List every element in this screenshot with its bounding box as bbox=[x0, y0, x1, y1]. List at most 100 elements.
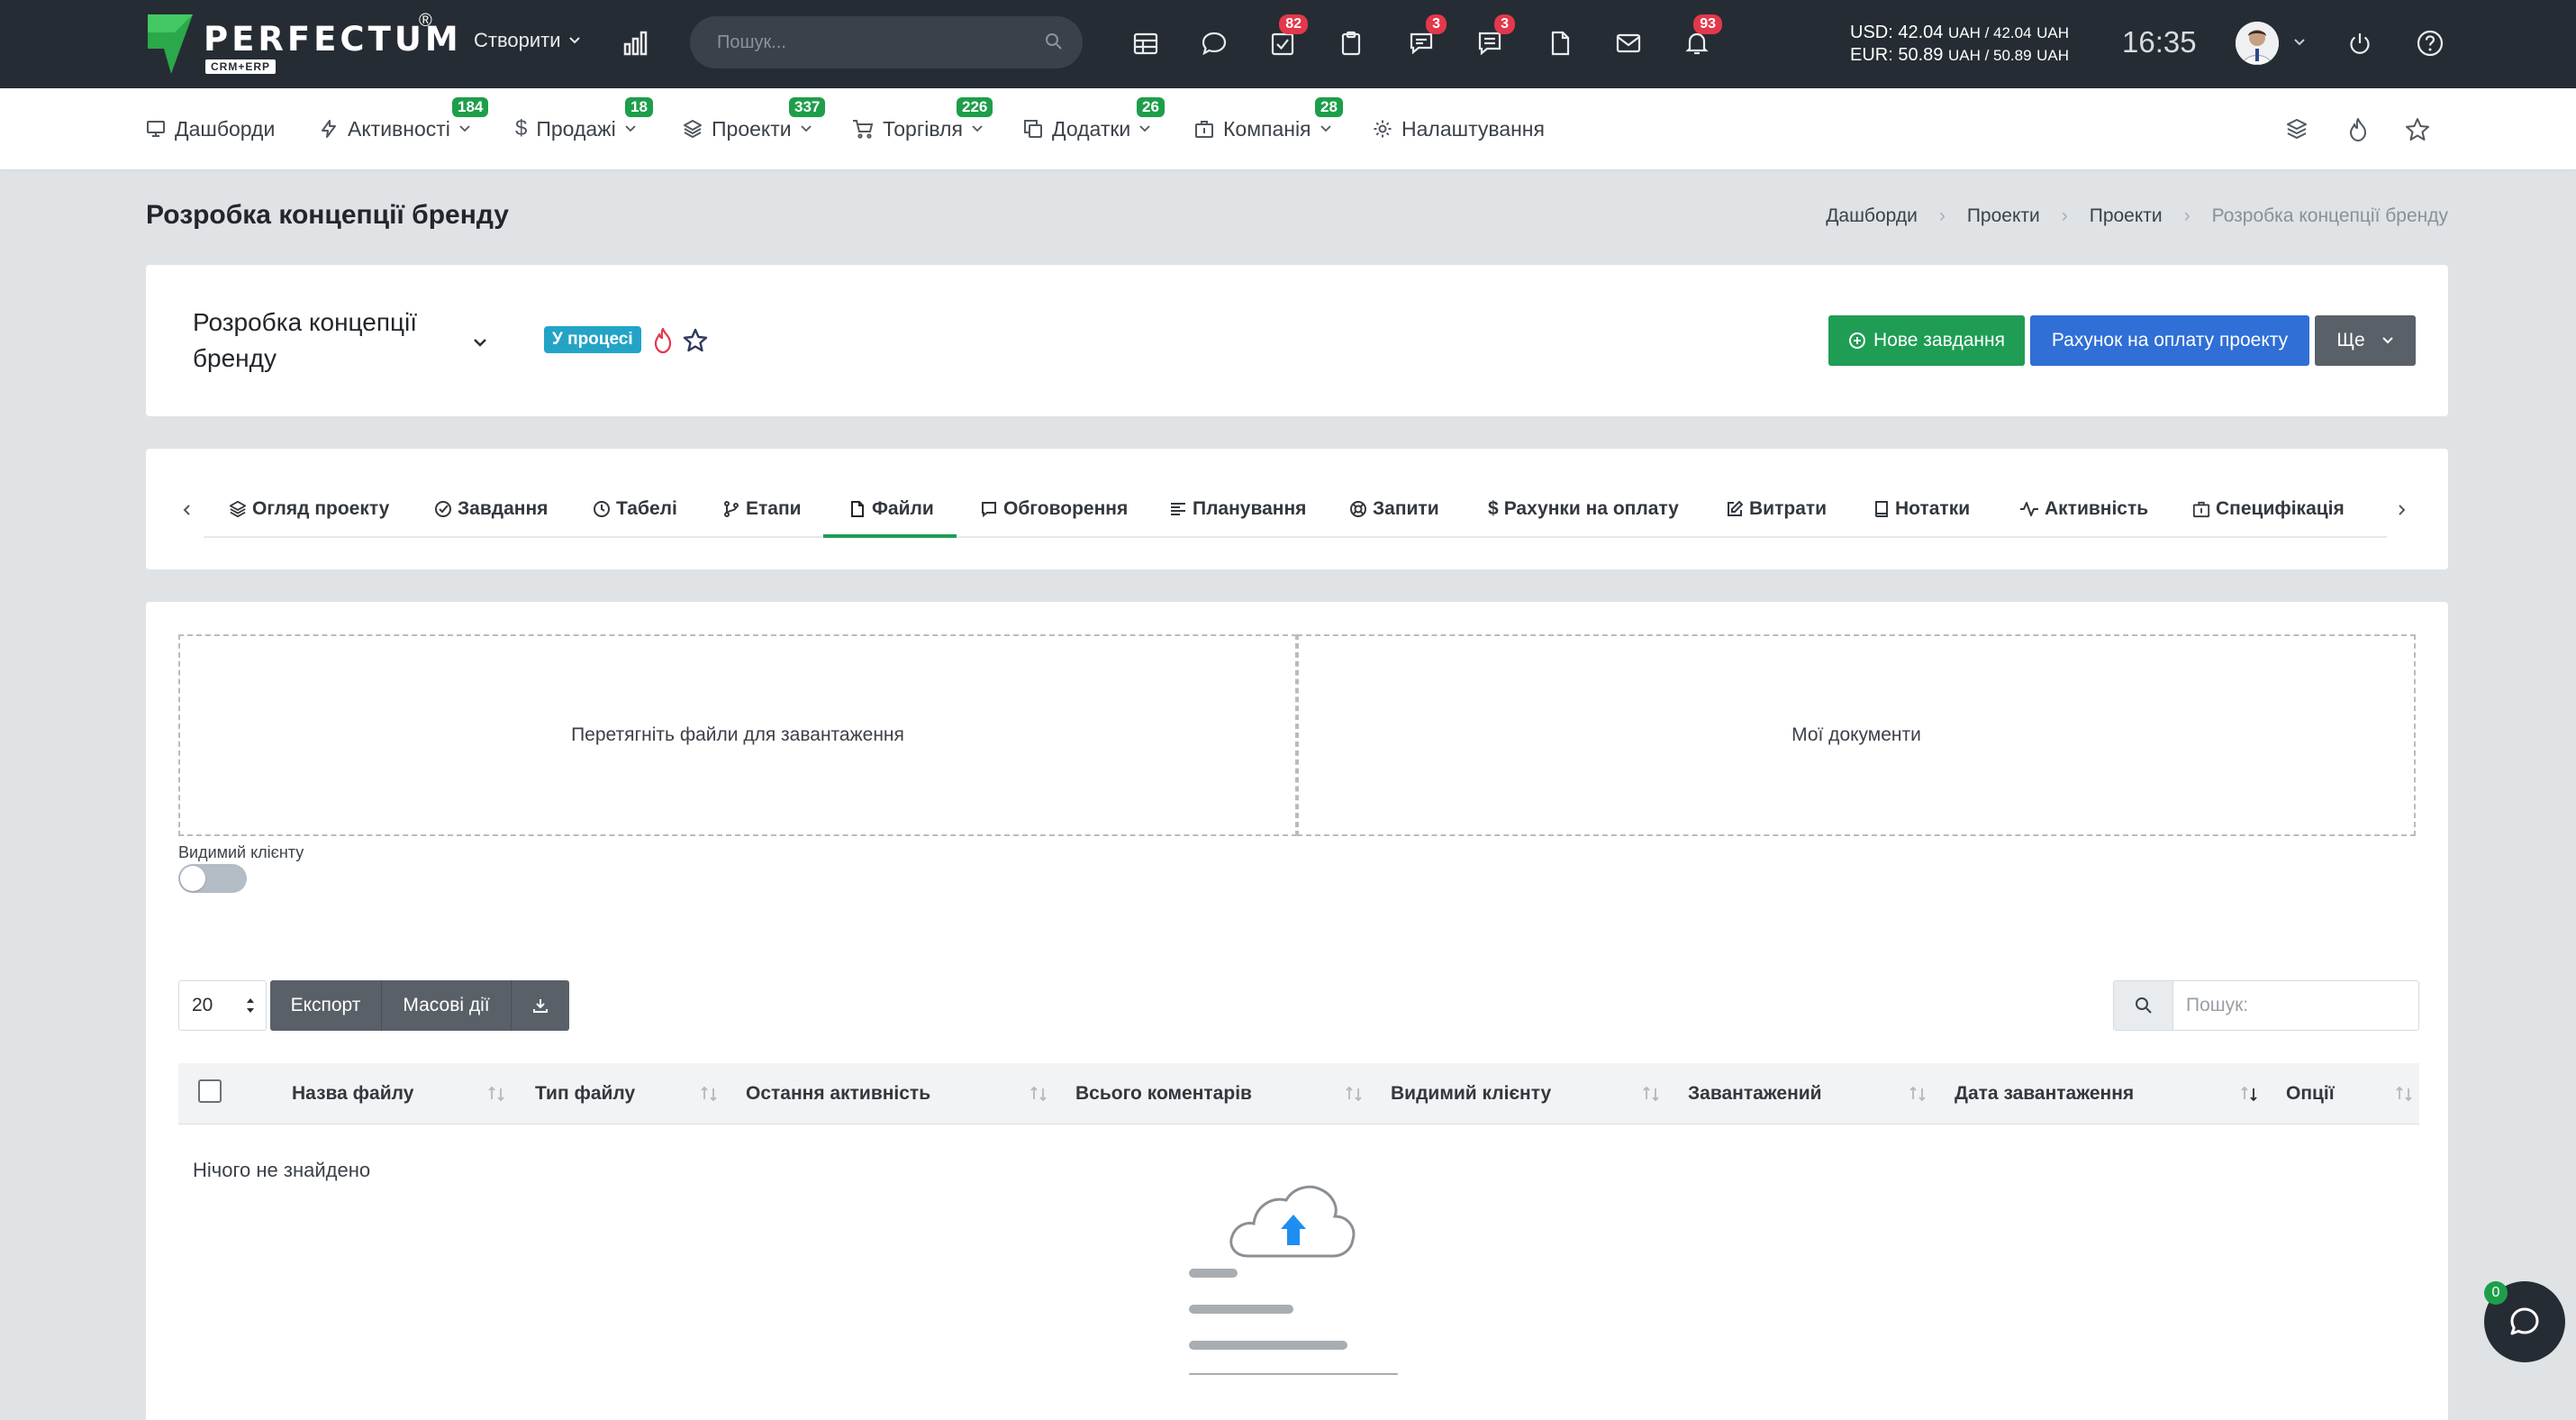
empty-upload-illustration bbox=[1189, 1185, 1398, 1375]
fire-icon[interactable] bbox=[650, 326, 676, 355]
sort-icon[interactable] bbox=[699, 1085, 719, 1103]
select-all-checkbox[interactable] bbox=[198, 1079, 222, 1103]
tab-invoices[interactable]: $ Рахунки на оплату bbox=[1488, 496, 1679, 523]
tabs-scroll-left-icon[interactable] bbox=[182, 503, 193, 517]
notifications-button[interactable]: 93 bbox=[1679, 14, 1722, 61]
nav-item-dashboards[interactable]: Дашборди bbox=[146, 115, 275, 142]
tab-tickets[interactable]: Запити bbox=[1349, 496, 1439, 523]
avatar[interactable] bbox=[2236, 22, 2279, 65]
more-button[interactable]: Ще bbox=[2315, 315, 2416, 366]
power-icon bbox=[2350, 33, 2370, 54]
breadcrumb-projects[interactable]: Проекти bbox=[1967, 205, 2040, 227]
tab-discussions[interactable]: Обговорення bbox=[980, 496, 1128, 523]
bulk-actions-button[interactable]: Масові дії bbox=[382, 980, 512, 1031]
user-menu-chevron-icon[interactable] bbox=[2293, 38, 2306, 47]
tab-label-overview: Огляд проекту bbox=[252, 498, 390, 519]
document-icon bbox=[1551, 31, 1570, 56]
nav-item-sales[interactable]: $ Продажі 18 bbox=[515, 97, 653, 142]
fire-icon[interactable] bbox=[2344, 115, 2372, 144]
sort-icon[interactable] bbox=[1641, 1085, 1661, 1103]
nav-item-projects[interactable]: Проекти 337 bbox=[683, 97, 826, 142]
tab-tasks[interactable]: Завдання bbox=[434, 496, 548, 523]
page-size-select[interactable]: 20 bbox=[178, 980, 267, 1031]
nav-item-company[interactable]: Компанія 28 bbox=[1194, 97, 1343, 142]
calendar-button[interactable] bbox=[1128, 25, 1164, 61]
book-icon bbox=[1874, 501, 1888, 517]
my-documents-dropzone[interactable]: Мої документи bbox=[1297, 634, 2416, 836]
sort-desc-icon[interactable] bbox=[2239, 1085, 2259, 1103]
global-search-input[interactable] bbox=[717, 29, 1023, 56]
invoice-button[interactable]: Рахунок на оплату проекту bbox=[2030, 315, 2309, 366]
tab-overview[interactable]: Огляд проекту bbox=[229, 496, 389, 523]
star-icon[interactable] bbox=[2403, 115, 2432, 144]
tab-gantt[interactable]: Планування bbox=[1169, 496, 1306, 523]
create-menu-button[interactable]: Створити bbox=[474, 29, 581, 52]
tab-label-discussions: Обговорення bbox=[1003, 498, 1129, 519]
new-task-button[interactable]: Нове завдання bbox=[1828, 315, 2025, 366]
messages-button[interactable] bbox=[1196, 25, 1232, 61]
sort-icon[interactable] bbox=[486, 1085, 506, 1103]
table-search-input[interactable] bbox=[2186, 992, 2402, 1019]
tab-notes[interactable]: Нотатки bbox=[1873, 496, 1970, 523]
col-total-comments[interactable]: Всього коментарів bbox=[1075, 1083, 1252, 1105]
export-label: Експорт bbox=[290, 995, 361, 1015]
align-left-icon bbox=[1171, 503, 1185, 515]
mail-button[interactable] bbox=[1610, 25, 1646, 61]
col-options[interactable]: Опції bbox=[2286, 1083, 2335, 1105]
tasks-button[interactable]: 82 bbox=[1265, 14, 1308, 61]
tab-milestones[interactable]: Етапи bbox=[722, 496, 802, 523]
star-icon[interactable] bbox=[681, 326, 710, 355]
chevron-down-icon bbox=[568, 37, 580, 44]
tasks-badge: 82 bbox=[1279, 14, 1308, 34]
discussion-button[interactable]: 3 bbox=[1403, 14, 1447, 61]
logout-button[interactable] bbox=[2342, 25, 2378, 61]
visible-to-client-toggle[interactable] bbox=[178, 864, 247, 893]
sort-icon[interactable] bbox=[1029, 1085, 1048, 1103]
search-icon[interactable] bbox=[1045, 32, 1063, 50]
tabs-scroll-right-icon[interactable] bbox=[2396, 503, 2407, 517]
tab-files[interactable]: Файли bbox=[848, 496, 934, 523]
chat-button[interactable]: 0 bbox=[2484, 1281, 2565, 1362]
logo[interactable]: PERFECTUM ® CRM+ERP bbox=[144, 11, 458, 76]
my-documents-label: Мої документи bbox=[1791, 724, 1921, 745]
ticket-message-icon bbox=[1478, 32, 1501, 56]
sort-icon[interactable] bbox=[1908, 1085, 1927, 1103]
tab-activity[interactable]: Активність bbox=[2019, 496, 2148, 523]
tab-timesheets[interactable]: Табелі bbox=[593, 496, 677, 523]
global-search bbox=[690, 16, 1083, 68]
layers-toggle-icon[interactable] bbox=[2282, 115, 2311, 144]
sort-icon[interactable] bbox=[2394, 1085, 2414, 1103]
col-last-activity[interactable]: Остання активність bbox=[746, 1083, 930, 1105]
visible-to-client-label: Видимий клієнту bbox=[178, 843, 304, 861]
documents-button[interactable] bbox=[1542, 25, 1578, 61]
nav-item-activities[interactable]: Активності 184 bbox=[319, 97, 489, 142]
nav-item-addons[interactable]: Додатки 26 bbox=[1023, 97, 1165, 142]
notifications-badge: 93 bbox=[1693, 14, 1722, 34]
export-button[interactable]: Експорт bbox=[270, 980, 382, 1031]
tab-expenses[interactable]: Витрати bbox=[1726, 496, 1827, 523]
project-switch-chevron-icon[interactable] bbox=[472, 337, 488, 348]
sort-icon[interactable] bbox=[1344, 1085, 1364, 1103]
top-bar: PERFECTUM ® CRM+ERP Створити 82 3 3 bbox=[0, 0, 2576, 88]
download-button[interactable] bbox=[512, 980, 569, 1031]
currency-usd-line: USD: 42.04 UAH / 42.04 UAH bbox=[1850, 22, 2069, 44]
clipboard-button[interactable] bbox=[1333, 25, 1369, 61]
tab-specification[interactable]: Специфікація bbox=[2192, 496, 2345, 523]
stats-button[interactable] bbox=[618, 25, 654, 61]
lifebuoy-icon bbox=[1350, 501, 1366, 517]
col-uploaded-by[interactable]: Завантажений bbox=[1688, 1083, 1822, 1105]
col-file-name[interactable]: Назва файлу bbox=[292, 1083, 413, 1105]
envelope-icon bbox=[1616, 33, 1641, 53]
nav-item-trade[interactable]: Торгівля 226 bbox=[852, 97, 993, 142]
help-button[interactable] bbox=[2412, 25, 2448, 61]
col-visible-to-client[interactable]: Видимий клієнту bbox=[1391, 1083, 1551, 1105]
breadcrumb-dashboards[interactable]: Дашборди bbox=[1826, 205, 1918, 227]
chat-bubble-icon bbox=[1202, 32, 1227, 56]
breadcrumb-projects-list[interactable]: Проекти bbox=[2090, 205, 2163, 227]
briefcase-icon bbox=[1195, 121, 1213, 138]
col-file-type[interactable]: Тип файлу bbox=[535, 1083, 635, 1105]
nav-item-settings[interactable]: Налаштування bbox=[1373, 115, 1545, 142]
tickets-button[interactable]: 3 bbox=[1472, 14, 1515, 61]
upload-dropzone[interactable]: Перетягніть файли для завантаження bbox=[178, 634, 1297, 836]
col-upload-date[interactable]: Дата завантаження bbox=[1955, 1083, 2134, 1105]
